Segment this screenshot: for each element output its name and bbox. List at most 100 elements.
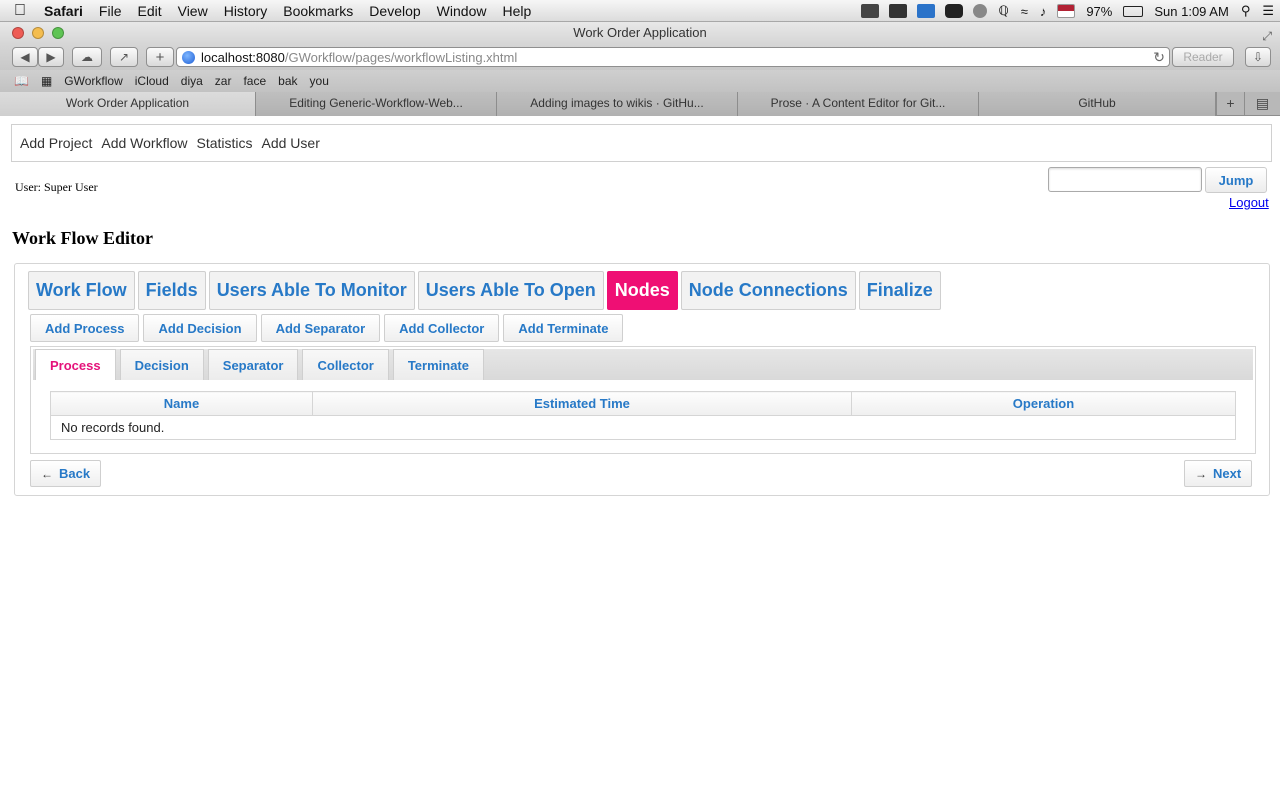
menu-develop[interactable]: Develop [361, 3, 428, 19]
menu-window[interactable]: Window [429, 3, 495, 19]
empty-message: No records found. [50, 415, 1236, 440]
step-work-flow[interactable]: Work Flow [28, 271, 135, 310]
menu-add-user[interactable]: Add User [262, 135, 320, 151]
wizard-steps: Work Flow Fields Users Able To Monitor U… [28, 271, 941, 310]
browser-tab-strip: Work Order Application Editing Generic-W… [0, 92, 1280, 116]
reader-button[interactable]: Reader [1172, 47, 1234, 67]
tab-decision[interactable]: Decision [119, 349, 204, 380]
tab-overview-icon[interactable]: ▤ [1244, 92, 1280, 115]
jump-input[interactable] [1048, 167, 1202, 192]
wifi-icon[interactable]: ≈ [1015, 4, 1034, 19]
apple-menu-icon[interactable]:  [0, 2, 40, 20]
table-row: No records found. [50, 415, 1236, 440]
table-header-row: Name Estimated Time Operation [50, 391, 1236, 416]
top-menu: Add Project Add Workflow Statistics Add … [11, 124, 1272, 162]
add-decision-button[interactable]: Add Decision [143, 314, 257, 342]
browser-tab-work-order[interactable]: Work Order Application [0, 92, 256, 116]
add-collector-button[interactable]: Add Collector [384, 314, 500, 342]
bookmark-zar[interactable]: zar [209, 74, 238, 88]
menu-file[interactable]: File [91, 3, 130, 19]
clock[interactable]: Sun 1:09 AM [1148, 4, 1234, 19]
add-process-button[interactable]: Add Process [30, 314, 140, 342]
next-button[interactable]: → Next [1184, 460, 1253, 487]
icloud-tabs-icon[interactable]: ☁ [72, 47, 102, 67]
window-title-bar: Work Order Application ⤢ [0, 22, 1280, 44]
forward-nav-icon[interactable]: ▶ [38, 47, 64, 67]
bookmarks-bar: 📖 ▦ GWorkflow iCloud diya zar face bak y… [0, 70, 1280, 92]
bookmark-you[interactable]: you [304, 74, 335, 88]
drive-icon[interactable] [861, 4, 880, 18]
menu-statistics[interactable]: Statistics [196, 135, 252, 151]
tab-collector[interactable]: Collector [302, 349, 389, 380]
column-header-operation[interactable]: Operation [851, 391, 1236, 416]
evernote-icon[interactable] [945, 4, 964, 18]
bookmark-diya[interactable]: diya [175, 74, 209, 88]
close-window-icon[interactable] [12, 27, 24, 39]
add-separator-button[interactable]: Add Separator [260, 314, 381, 342]
tab-separator[interactable]: Separator [207, 349, 299, 380]
browser-tab-editing-workflow[interactable]: Editing Generic-Workflow-Web... [256, 92, 497, 116]
dropbox-icon[interactable] [917, 4, 936, 18]
minimize-window-icon[interactable] [32, 27, 44, 39]
browser-tab-adding-images[interactable]: Adding images to wikis · GitHu... [497, 92, 738, 116]
back-button[interactable]: ← Back [30, 460, 102, 487]
stack-icon[interactable] [889, 4, 908, 18]
menu-history[interactable]: History [216, 3, 276, 19]
bookmark-gworkflow[interactable]: GWorkflow [58, 74, 128, 88]
workflow-wizard: Work Flow Fields Users Able To Monitor U… [14, 263, 1270, 496]
column-header-estimated-time[interactable]: Estimated Time [312, 391, 852, 416]
step-finalize[interactable]: Finalize [858, 271, 941, 310]
step-users-able-to-open[interactable]: Users Able To Open [417, 271, 604, 310]
battery-icon [1123, 5, 1144, 17]
step-fields[interactable]: Fields [137, 271, 206, 310]
menu-view[interactable]: View [170, 3, 216, 19]
menu-edit[interactable]: Edit [129, 3, 169, 19]
process-table: Name Estimated Time Operation No records… [50, 391, 1236, 440]
reading-list-icon[interactable]: 📖 [0, 74, 35, 88]
url-text: localhost:8080/GWorkflow/pages/workflowL… [201, 50, 518, 65]
bookmark-face[interactable]: face [237, 74, 272, 88]
step-nodes[interactable]: Nodes [606, 271, 678, 310]
new-tab-plus-icon[interactable]: + [146, 47, 174, 67]
node-actions: Add Process Add Decision Add Separator A… [30, 314, 624, 342]
time-machine-icon[interactable] [973, 4, 988, 18]
node-tab-nav: Process Decision Separator Collector Ter… [33, 349, 1253, 380]
bookmark-icloud[interactable]: iCloud [129, 74, 175, 88]
volume-icon[interactable]: ♪ [1034, 4, 1053, 19]
menu-add-project[interactable]: Add Project [20, 135, 92, 151]
address-bar[interactable]: localhost:8080/GWorkflow/pages/workflowL… [176, 47, 1170, 67]
bookmark-bak[interactable]: bak [272, 74, 303, 88]
browser-tab-github[interactable]: GitHub [979, 92, 1216, 116]
tab-process[interactable]: Process [35, 349, 116, 380]
add-tab-icon[interactable]: + [1216, 92, 1244, 115]
logout-link[interactable]: Logout [1229, 195, 1269, 210]
menu-app-safari[interactable]: Safari [40, 3, 91, 19]
menu-bookmarks[interactable]: Bookmarks [275, 3, 361, 19]
tab-terminate[interactable]: Terminate [392, 349, 484, 380]
browser-tab-prose[interactable]: Prose · A Content Editor for Git... [738, 92, 979, 116]
battery-percent[interactable]: 97% [1080, 4, 1118, 19]
window-title: Work Order Application [573, 25, 707, 40]
reload-icon[interactable]: ↻ [1153, 49, 1165, 66]
web-page: Add Project Add Workflow Statistics Add … [0, 116, 1280, 800]
column-header-name[interactable]: Name [50, 391, 313, 416]
step-users-able-to-monitor[interactable]: Users Able To Monitor [208, 271, 415, 310]
menu-help[interactable]: Help [494, 3, 539, 19]
jump-button[interactable]: Jump [1205, 167, 1267, 193]
top-sites-icon[interactable]: ▦ [35, 74, 58, 88]
browser-toolbar: ◀ ▶ ☁ ↗ + localhost:8080/GWorkflow/pages… [0, 44, 1280, 70]
step-node-connections[interactable]: Node Connections [680, 271, 856, 310]
page-title: Work Flow Editor [12, 228, 154, 248]
arrow-left-icon: ← [41, 466, 53, 481]
zoom-window-icon[interactable] [52, 27, 64, 39]
downloads-icon[interactable]: ⇩ [1245, 47, 1271, 67]
bluetooth-icon[interactable]: ℚ [992, 3, 1014, 19]
share-icon[interactable]: ↗ [110, 47, 138, 67]
notification-center-icon[interactable]: ☰ [1256, 3, 1280, 19]
add-terminate-button[interactable]: Add Terminate [503, 314, 624, 342]
menu-add-workflow[interactable]: Add Workflow [101, 135, 187, 151]
back-button-label: Back [59, 466, 91, 481]
back-nav-icon[interactable]: ◀ [12, 47, 38, 67]
spotlight-icon[interactable]: ⚲ [1235, 3, 1257, 19]
flag-input-icon[interactable] [1057, 4, 1076, 18]
